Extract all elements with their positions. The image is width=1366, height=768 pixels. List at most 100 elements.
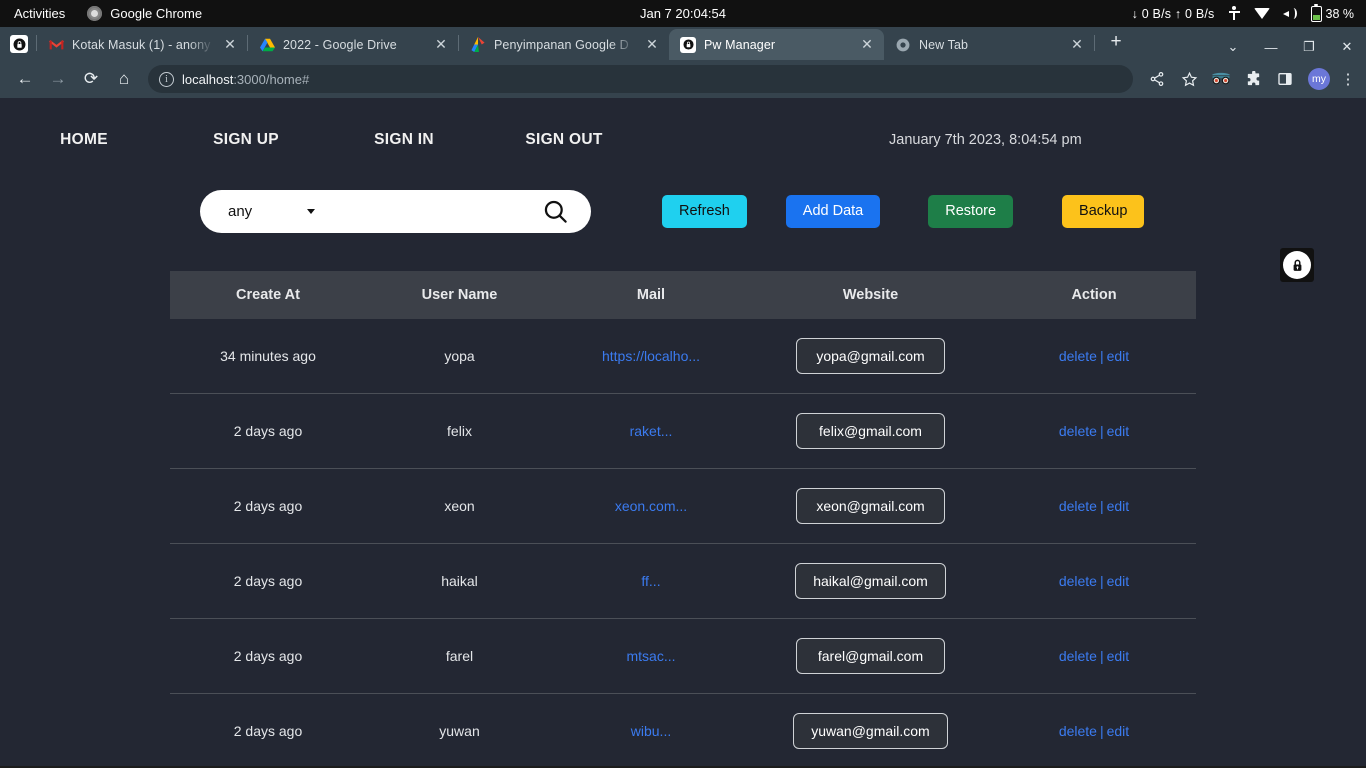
cell-website: yopa@gmail.com [749, 319, 992, 394]
accessibility-icon[interactable] [1228, 6, 1241, 21]
tab-close-icon[interactable]: ✕ [859, 37, 875, 53]
restore-button[interactable]: Restore [928, 195, 1014, 228]
window-controls: ⌄ — ❐ ✕ [1214, 39, 1366, 60]
browser-tab-penyimpanan-google-drive[interactable]: Penyimpanan Google D ✕ [459, 29, 669, 60]
mail-link[interactable]: ff... [641, 573, 660, 589]
puzzle-extension-icon[interactable] [1238, 64, 1268, 94]
delete-link[interactable]: delete [1059, 498, 1097, 514]
tab-close-icon[interactable]: ✕ [644, 37, 660, 53]
info-icon[interactable]: i [159, 71, 174, 87]
tab-close-icon[interactable]: ✕ [1069, 37, 1085, 53]
table-head: Create At User Name Mail Website Action [170, 271, 1196, 319]
table-row: 2 days ago farel mtsac... farel@gmail.co… [170, 619, 1196, 694]
padlock-locked-icon[interactable] [1280, 248, 1314, 282]
mail-link[interactable]: https://localho... [602, 348, 700, 364]
website-button[interactable]: haikal@gmail.com [795, 563, 946, 599]
tab-close-icon[interactable]: ✕ [433, 37, 449, 53]
delete-link[interactable]: delete [1059, 423, 1097, 439]
column-header-website: Website [842, 287, 899, 303]
wifi-icon[interactable] [1253, 8, 1270, 19]
browser-tab-new-tab[interactable]: New Tab ✕ [884, 29, 1094, 60]
refresh-button[interactable]: Refresh [662, 195, 747, 228]
star-icon[interactable] [1174, 64, 1204, 94]
active-app-indicator[interactable]: Google Chrome [87, 6, 202, 21]
backup-button[interactable]: Backup [1062, 195, 1145, 228]
gmail-icon [48, 37, 64, 53]
nav-link-sign-up[interactable]: SIGN UP [168, 131, 324, 149]
edit-link[interactable]: edit [1107, 648, 1130, 664]
lock-icon [680, 36, 696, 53]
search-filter-select[interactable]: any user name mail website [228, 203, 303, 220]
sidepanel-icon[interactable] [1270, 64, 1300, 94]
edit-link[interactable]: edit [1107, 723, 1130, 739]
share-icon[interactable] [1142, 64, 1172, 94]
search-icon[interactable] [542, 198, 569, 225]
cell-created-at: 2 days ago [233, 423, 303, 439]
forward-button[interactable]: → [43, 64, 73, 94]
edit-link[interactable]: edit [1107, 423, 1130, 439]
browser-tab-pw-manager[interactable]: Pw Manager ✕ [669, 29, 884, 60]
tab-close-icon[interactable]: ✕ [222, 37, 238, 53]
action-separator: | [1099, 648, 1104, 664]
delete-link[interactable]: delete [1059, 348, 1097, 364]
table-header-row: Create At User Name Mail Website Action [170, 271, 1196, 319]
nav-link-sign-out[interactable]: SIGN OUT [484, 131, 644, 149]
window-maximize-button[interactable]: ❐ [1290, 39, 1328, 55]
add-data-button[interactable]: Add Data [785, 195, 881, 228]
table-row: 2 days ago yuwan wibu... yuwan@gmail.com… [170, 694, 1196, 767]
search-bar[interactable]: any user name mail website [200, 190, 591, 233]
browser-tab-gmail[interactable]: Kotak Masuk (1) - anony ✕ [37, 29, 247, 60]
glasses-extension-icon[interactable] [1206, 64, 1236, 94]
volume-icon[interactable] [1282, 7, 1298, 21]
mail-link[interactable]: wibu... [631, 723, 671, 739]
cell-website: xeon@gmail.com [749, 469, 992, 544]
website-button[interactable]: xeon@gmail.com [796, 488, 945, 524]
back-button[interactable]: ← [10, 64, 40, 94]
activities-button[interactable]: Activities [14, 6, 65, 21]
os-top-bar-right: ↓ 0 B/s ↑ 0 B/s 38 % [1132, 3, 1366, 22]
passwords-table: Create At User Name Mail Website Action … [170, 271, 1196, 766]
table-body: 34 minutes ago yopa https://localho... y… [170, 319, 1196, 766]
mail-link[interactable]: mtsac... [626, 648, 675, 664]
action-separator: | [1099, 573, 1104, 589]
window-close-button[interactable]: ✕ [1328, 39, 1366, 55]
window-minimize-button[interactable]: — [1252, 40, 1290, 55]
cell-user-name: farel [445, 648, 474, 664]
controls-row: any user name mail website Refresh Add D… [0, 190, 1366, 233]
page-content: HOME SIGN UP SIGN IN SIGN OUT January 7t… [0, 98, 1366, 766]
nav-link-home[interactable]: HOME [0, 131, 168, 149]
avatar[interactable]: my [1308, 68, 1330, 90]
browser-toolbar: ← → ⟳ ⌂ i localhost:3000/home# my ⋮ [0, 60, 1366, 98]
mail-link[interactable]: xeon.com... [615, 498, 687, 514]
browser-tab-google-drive[interactable]: 2022 - Google Drive ✕ [248, 29, 458, 60]
delete-link[interactable]: delete [1059, 648, 1097, 664]
delete-link[interactable]: delete [1059, 573, 1097, 589]
chevron-down-icon[interactable] [307, 209, 315, 214]
nav-link-sign-in[interactable]: SIGN IN [324, 131, 484, 149]
website-button[interactable]: yuwan@gmail.com [793, 713, 948, 749]
website-button[interactable]: yopa@gmail.com [796, 338, 945, 374]
cell-mail: ff... [553, 544, 749, 619]
reload-button[interactable]: ⟳ [76, 64, 106, 94]
column-header-create-at: Create At [236, 287, 300, 303]
column-header-mail: Mail [636, 287, 666, 303]
home-button[interactable]: ⌂ [109, 64, 139, 94]
tab-search-icon[interactable]: ⌄ [1214, 39, 1252, 55]
delete-link[interactable]: delete [1059, 723, 1097, 739]
website-button[interactable]: farel@gmail.com [796, 638, 945, 674]
battery-level-label: 38 % [1325, 6, 1355, 21]
edit-link[interactable]: edit [1107, 348, 1130, 364]
table-row: 2 days ago felix raket... felix@gmail.co… [170, 394, 1196, 469]
edit-link[interactable]: edit [1107, 498, 1130, 514]
new-tab-button[interactable]: + [1103, 30, 1129, 56]
mail-link[interactable]: raket... [630, 423, 673, 439]
website-button[interactable]: felix@gmail.com [796, 413, 945, 449]
cell-website: yuwan@gmail.com [749, 694, 992, 767]
cell-action: delete | edit [992, 469, 1196, 544]
kebab-menu-icon[interactable]: ⋮ [1338, 70, 1358, 88]
address-bar[interactable]: i localhost:3000/home# [148, 65, 1133, 93]
edit-link[interactable]: edit [1107, 573, 1130, 589]
os-top-bar-left: Activities Google Chrome [0, 6, 202, 21]
cell-mail: raket... [553, 394, 749, 469]
battery-indicator[interactable]: 38 % [1310, 3, 1355, 22]
